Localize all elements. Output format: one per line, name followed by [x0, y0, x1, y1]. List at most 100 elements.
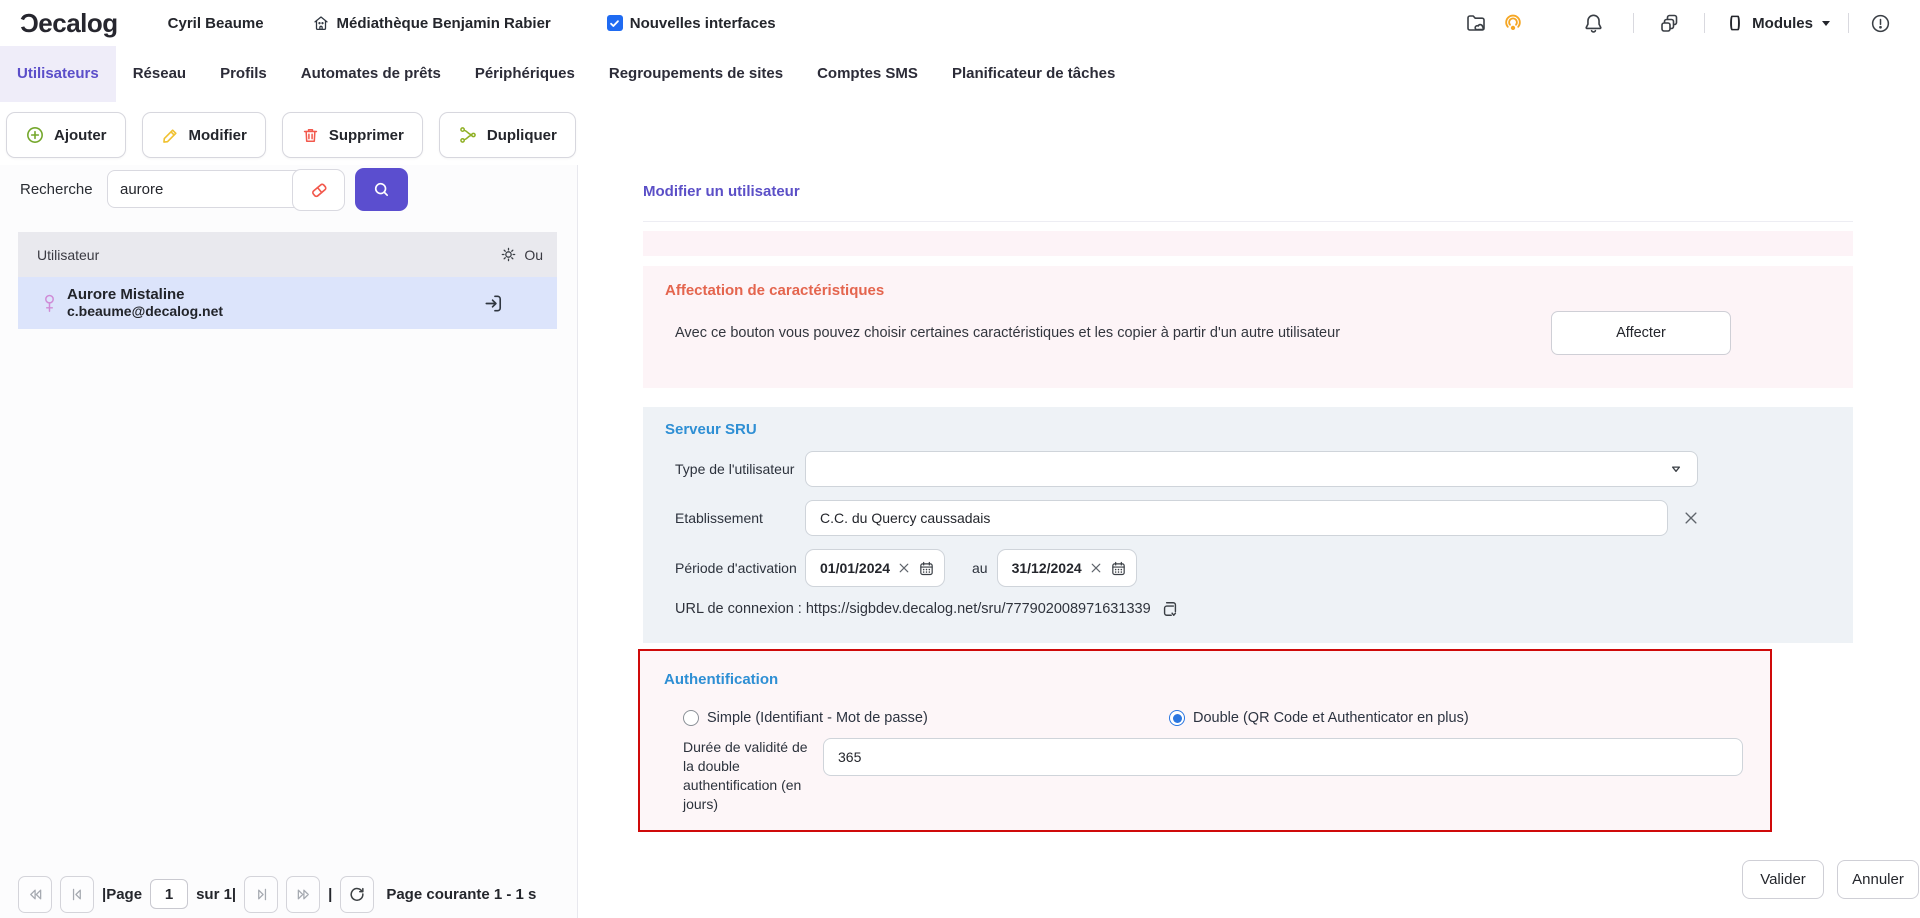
folder-cloud-icon[interactable]	[1464, 11, 1488, 35]
radio-double[interactable]: Double (QR Code et Authenticator en plus…	[1169, 710, 1469, 726]
add-button[interactable]: Ajouter	[6, 112, 126, 158]
search-icon	[371, 179, 392, 200]
dropdown-triangle-icon[interactable]	[1667, 460, 1685, 478]
date-to-value: 31/12/2024	[1012, 560, 1082, 576]
duration-input[interactable]	[823, 738, 1743, 776]
gear-icon[interactable]	[499, 245, 518, 264]
radio-checked-icon[interactable]	[1169, 710, 1185, 726]
field-row-periode: Période d'activation 01/01/2024 au 31/12…	[663, 549, 1853, 587]
radio-unchecked-icon[interactable]	[683, 710, 699, 726]
pages-copy-icon[interactable]	[1658, 11, 1682, 35]
validate-button[interactable]: Valider	[1742, 860, 1824, 899]
affecter-button[interactable]: Affecter	[1551, 311, 1731, 355]
radio-simple[interactable]: Simple (Identifiant - Mot de passe)	[683, 710, 1169, 726]
tab-peripheriques[interactable]: Périphériques	[458, 46, 592, 102]
tab-regroupements-de-sites[interactable]: Regroupements de sites	[592, 46, 800, 102]
pencil-icon	[161, 126, 180, 145]
plus-circle-icon	[25, 125, 45, 145]
edit-button[interactable]: Modifier	[142, 112, 266, 158]
panel-title: Modifier un utilisateur	[643, 183, 1853, 200]
user-email: c.beaume@decalog.net	[67, 304, 223, 320]
page-fast-forward-button[interactable]	[286, 876, 320, 913]
header-separator	[1633, 13, 1634, 33]
page-status-label: Page courante 1 - 1 s	[386, 886, 536, 903]
new-interfaces-checkbox[interactable]	[607, 15, 623, 31]
logo-mark: Ɔ	[20, 8, 38, 38]
panel-title-divider	[643, 221, 1853, 222]
new-interfaces-toggle: Nouvelles interfaces	[607, 15, 776, 32]
copy-url-icon[interactable]	[1160, 599, 1180, 619]
app-root: Ɔecalog Cyril Beaume Médiathèque Benjami…	[0, 0, 1920, 918]
affectation-row: Avec ce bouton vous pouvez choisir certa…	[663, 311, 1853, 355]
user-identity: Aurore Mistaline c.beaume@decalog.net	[67, 287, 223, 319]
duplicate-button[interactable]: Dupliquer	[439, 112, 576, 158]
tab-comptes-sms[interactable]: Comptes SMS	[800, 46, 935, 102]
type-utilisateur-select[interactable]	[805, 451, 1698, 487]
date-to-field[interactable]: 31/12/2024	[997, 549, 1137, 587]
collapsed-section-strip	[643, 231, 1853, 256]
search-input[interactable]	[107, 170, 309, 208]
branch-icon	[458, 125, 478, 145]
tab-automates-de-prets[interactable]: Automates de prêts	[284, 46, 458, 102]
clear-etablissement-icon[interactable]	[1682, 509, 1700, 527]
section-affectation: Affectation de caractéristiques Avec ce …	[643, 266, 1853, 388]
library-name: Médiathèque Benjamin Rabier	[337, 15, 551, 32]
top-bar: Ɔecalog Cyril Beaume Médiathèque Benjami…	[0, 0, 1920, 47]
cancel-button[interactable]: Annuler	[1837, 860, 1919, 899]
date-from-field[interactable]: 01/01/2024	[805, 549, 945, 587]
type-utilisateur-label: Type de l'utilisateur	[675, 461, 805, 477]
tab-utilisateurs[interactable]: Utilisateurs	[0, 46, 116, 102]
refresh-button[interactable]	[340, 876, 374, 913]
date-from-value: 01/01/2024	[820, 560, 890, 576]
user-list-row-selected[interactable]: Aurore Mistaline c.beaume@decalog.net	[18, 277, 557, 329]
list-column-header: Utilisateur	[37, 247, 99, 263]
add-button-label: Ajouter	[54, 127, 107, 144]
sru-url-label: URL de connexion : https://sigbdev.decal…	[675, 601, 1151, 617]
pagination-separator: |	[328, 886, 332, 903]
between-label: au	[972, 560, 988, 576]
page-last-button[interactable]	[244, 876, 278, 913]
search-row: Recherche	[0, 165, 577, 217]
delete-button[interactable]: Supprimer	[282, 112, 423, 158]
radio-simple-label: Simple (Identifiant - Mot de passe)	[707, 710, 928, 726]
beacon-icon[interactable]	[1500, 10, 1526, 36]
periode-activation-label: Période d'activation	[675, 560, 805, 576]
modules-menu[interactable]: Modules	[1725, 13, 1830, 33]
eraser-icon	[308, 179, 330, 201]
clear-search-button[interactable]	[292, 169, 345, 211]
header-separator	[1704, 13, 1705, 33]
info-icon[interactable]	[1869, 12, 1892, 35]
tab-planificateur-de-taches[interactable]: Planificateur de tâches	[935, 46, 1132, 102]
field-row-type: Type de l'utilisateur	[663, 451, 1853, 487]
page-suffix-label: sur 1|	[196, 886, 236, 903]
calendar-icon[interactable]	[1110, 560, 1127, 577]
sru-url-row: URL de connexion : https://sigbdev.decal…	[675, 599, 1853, 619]
affectation-description: Avec ce bouton vous pouvez choisir certa…	[675, 325, 1435, 341]
section-serveur-sru: Serveur SRU Type de l'utilisateur Etabli…	[643, 407, 1853, 643]
top-right-icons: Modules	[1464, 10, 1892, 36]
decalog-logo[interactable]: Ɔecalog	[20, 8, 118, 39]
type-utilisateur-input[interactable]	[805, 451, 1698, 487]
search-label: Recherche	[20, 181, 93, 198]
page-first-button[interactable]	[60, 876, 94, 913]
delete-button-label: Supprimer	[329, 127, 404, 144]
duration-label: Durée de validité de la double authentif…	[683, 738, 811, 814]
page-number-input[interactable]	[150, 879, 188, 909]
etablissement-input[interactable]	[805, 500, 1668, 536]
duration-field-row: Durée de validité de la double authentif…	[683, 738, 1770, 814]
pagination-bar: |Page sur 1| | Page courante 1 - 1 s	[18, 874, 536, 914]
radio-double-label: Double (QR Code et Authenticator en plus…	[1193, 710, 1469, 726]
tab-profils[interactable]: Profils	[203, 46, 284, 102]
chevron-down-icon	[1822, 21, 1830, 26]
trash-icon	[301, 126, 320, 145]
clear-date-from-icon[interactable]	[897, 561, 911, 575]
notifications-bell-icon[interactable]	[1582, 12, 1605, 35]
library-icon	[312, 14, 330, 32]
calendar-icon[interactable]	[918, 560, 935, 577]
edit-user-panel: Modifier un utilisateur Affectation de c…	[643, 165, 1853, 832]
clear-date-to-icon[interactable]	[1089, 561, 1103, 575]
tab-reseau[interactable]: Réseau	[116, 46, 203, 102]
page-fast-backward-button[interactable]	[18, 876, 52, 913]
login-as-icon[interactable]	[482, 292, 505, 315]
search-button[interactable]	[355, 168, 408, 211]
